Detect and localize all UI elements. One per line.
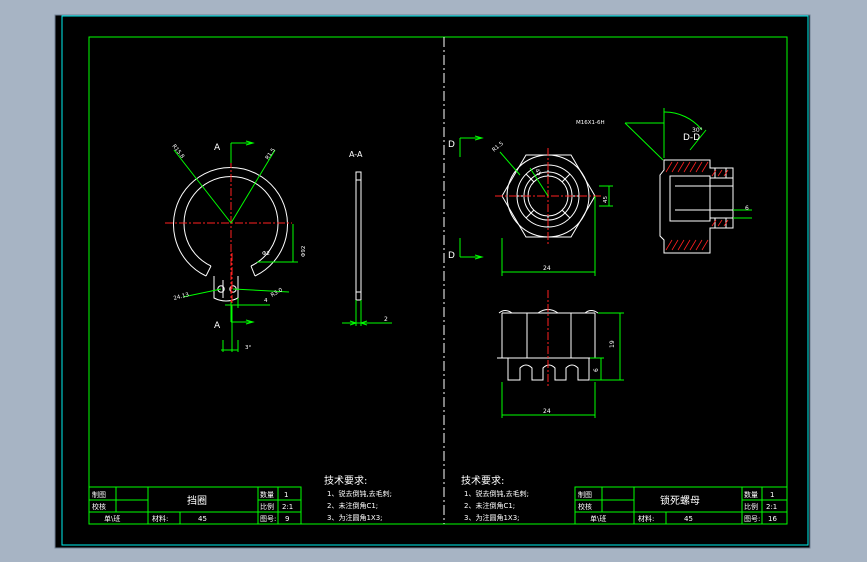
tech-line-left-1: 1、锐去倒钝,去毛刺; xyxy=(327,489,392,498)
tb-right-checked: 校核 xyxy=(578,502,592,511)
tb-left-checked: 校核 xyxy=(92,502,106,511)
tech-line-left-3: 3、为注圆角1X3; xyxy=(327,513,383,522)
tb-left-drawing-no-value: 9 xyxy=(285,515,289,523)
tb-right-org: 单\班 xyxy=(590,514,606,523)
dim-thickness-2: 2 xyxy=(384,316,388,323)
tech-line-left-2: 2、未注倒角C1; xyxy=(327,501,378,510)
tb-right-drawn: 制图 xyxy=(578,490,592,499)
tb-right-qty-label: 数量 xyxy=(744,490,758,499)
dim-nut-width-top: 24 xyxy=(543,265,551,272)
tech-line-right-2: 2、未注倒角C1; xyxy=(464,501,515,510)
tb-right-material-label: 材料: xyxy=(638,514,654,523)
tb-left-scale-value: 2:1 xyxy=(282,503,293,511)
section-mark-d-top: D xyxy=(448,140,455,150)
tb-right-qty-value: 1 xyxy=(770,491,774,499)
drawing-sheet xyxy=(54,14,811,549)
dim-phi-92: Φ92 xyxy=(301,246,307,257)
tb-right-material-value: 45 xyxy=(684,515,693,523)
tb-right-drawing-no-label: 图号: xyxy=(744,515,760,523)
tb-right-scale-value: 2:1 xyxy=(766,503,777,511)
dim-thread-m16: M16X1-6H xyxy=(576,120,605,126)
dim-nut-width-bottom: 24 xyxy=(543,408,551,415)
dim-nut-height-19: 19 xyxy=(609,340,616,348)
tb-right-drawing-no-value: 16 xyxy=(768,515,777,523)
tb-left-material-value: 45 xyxy=(198,515,207,523)
tb-left-drawn: 制图 xyxy=(92,490,106,499)
tech-line-right-3: 3、为注圆角1X3; xyxy=(464,513,520,522)
tb-left-part-name: 挡圈 xyxy=(187,494,207,507)
tb-right-part-name: 锁死螺母 xyxy=(660,494,700,507)
tb-right-scale-label: 比例 xyxy=(744,502,758,511)
dim-phi-2: Φ2 xyxy=(262,251,270,257)
tech-title-right: 技术要求: xyxy=(461,474,504,487)
section-view-title-a-a: A-A xyxy=(349,150,363,159)
tech-line-right-1: 1、锐去倒钝,去毛刺; xyxy=(464,489,529,498)
section-mark-a-top: A xyxy=(214,143,221,153)
dim-nut-height-6: 6 xyxy=(593,368,600,372)
tech-title-left: 技术要求: xyxy=(324,474,367,487)
tb-left-drawing-no-label: 图号: xyxy=(260,515,276,523)
dim-slot-6: 6 xyxy=(745,205,749,212)
section-mark-d-bottom: D xyxy=(448,251,455,261)
dim-nut-45b: 45 xyxy=(603,196,609,203)
section-view-title-d-d: D-D xyxy=(683,133,700,143)
cad-drawing-viewport[interactable]: A A R15.8 R1.5 Φ92 Φ2 R3.0 24.13 4 3° A-… xyxy=(0,0,867,562)
tb-left-qty-label: 数量 xyxy=(260,490,274,499)
dim-angle-3: 3° xyxy=(245,345,251,351)
tb-left-qty-value: 1 xyxy=(284,491,288,499)
tb-left-material-label: 材料: xyxy=(152,514,168,523)
tb-left-org: 单\班 xyxy=(104,514,120,523)
section-mark-a-bottom: A xyxy=(214,321,221,331)
tb-left-scale-label: 比例 xyxy=(260,502,274,511)
dim-4: 4 xyxy=(264,298,268,304)
